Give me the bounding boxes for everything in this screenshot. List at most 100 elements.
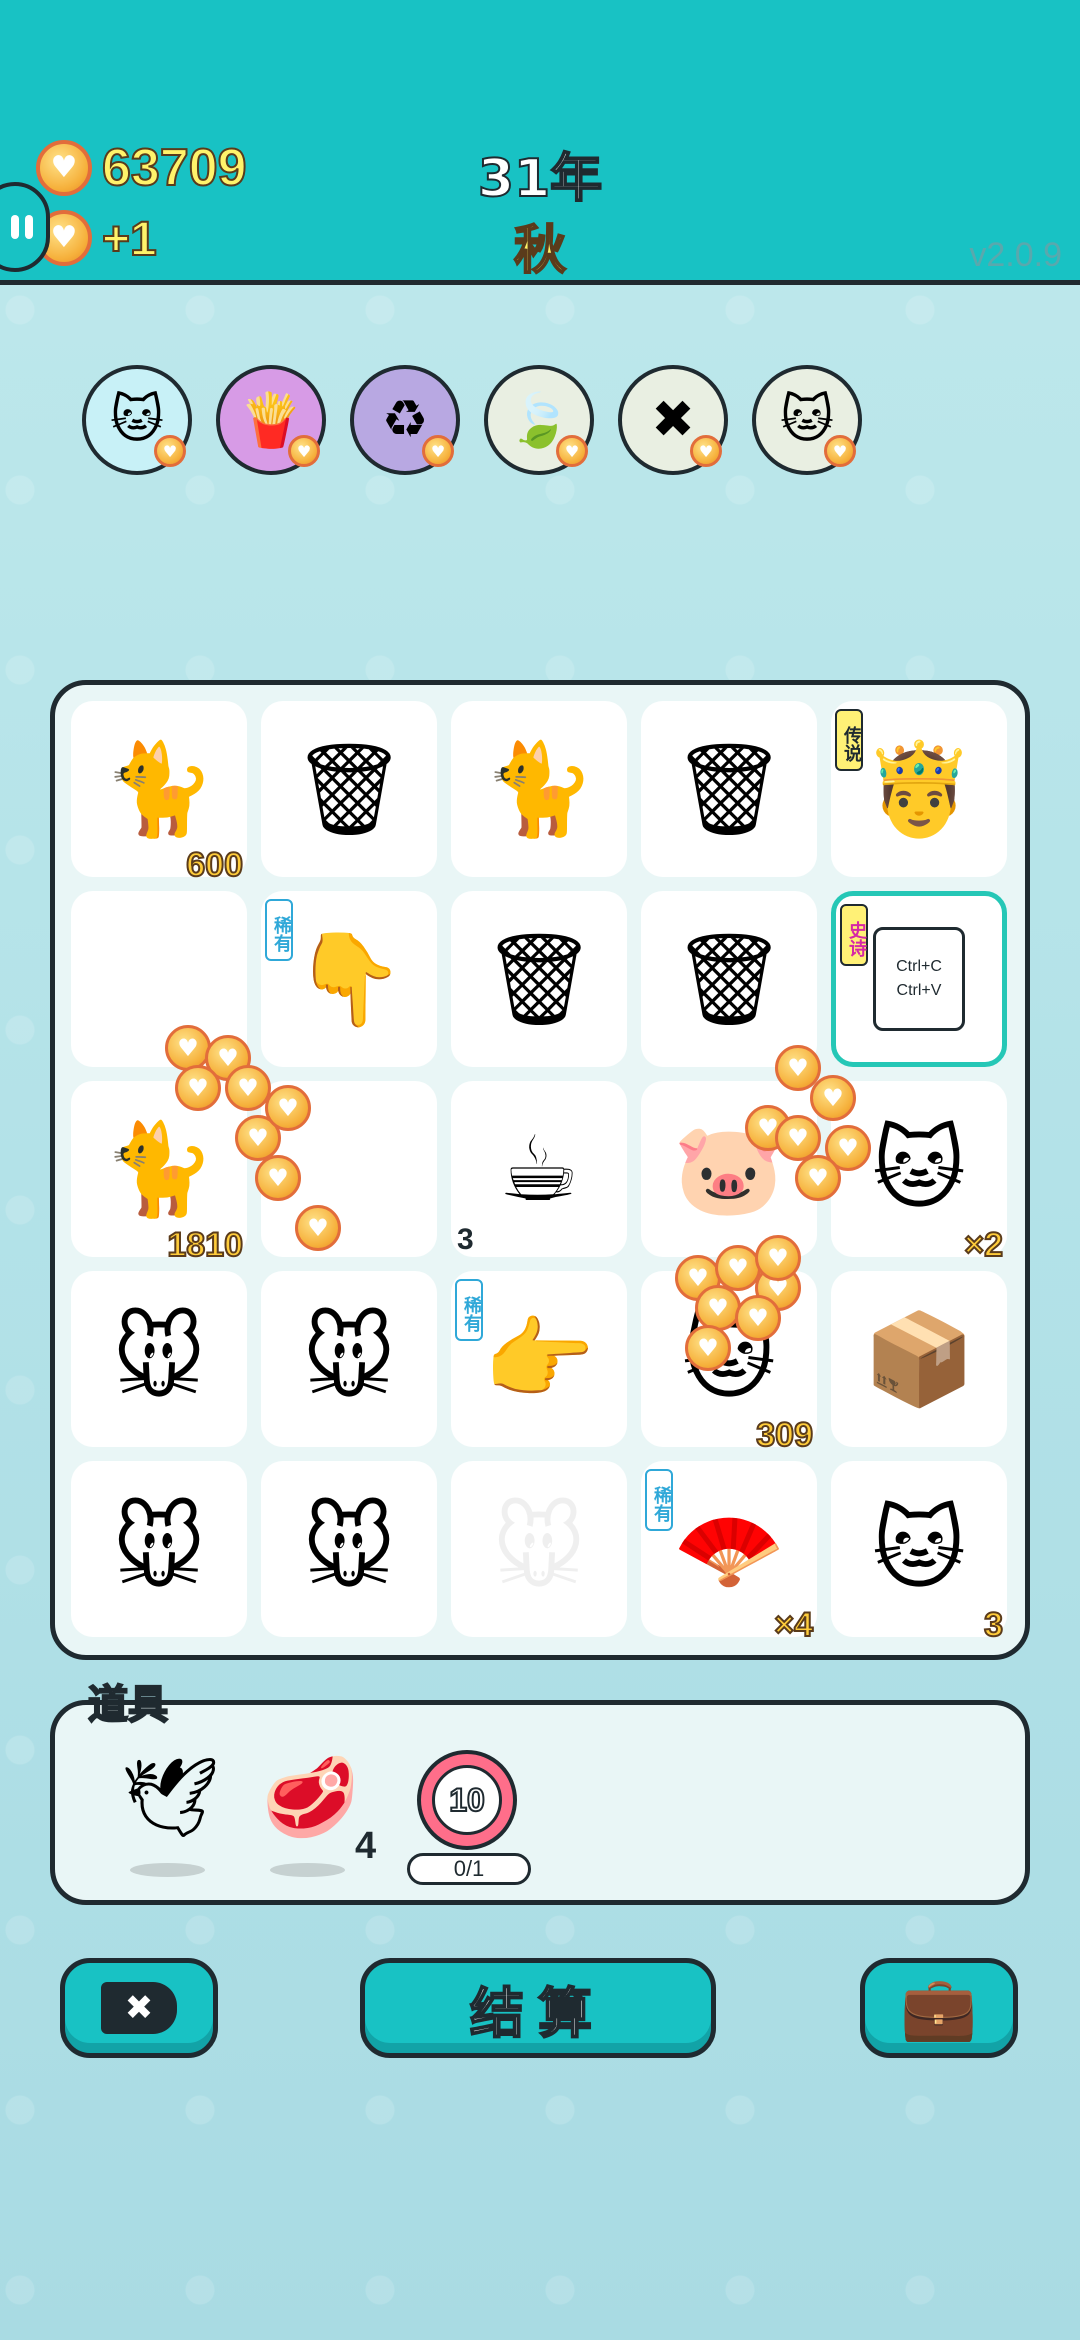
- board-cell-orange-cat[interactable]: 🐈 600: [71, 701, 247, 885]
- board-cell-black-face-cat[interactable]: 🐱 3: [831, 1461, 1007, 1645]
- side-menu-handle[interactable]: [0, 182, 50, 272]
- board-cell-garbage-bag[interactable]: 🗑: [261, 701, 437, 877]
- mouse-icon: 🐭: [112, 1306, 206, 1412]
- board-cell-mouse[interactable]: 🐭: [261, 1271, 437, 1447]
- cell-value: 1810: [166, 1225, 244, 1265]
- timer-value: 10: [432, 1765, 502, 1835]
- recycle-icon[interactable]: ♻ ♥: [350, 365, 460, 475]
- board-cell-garbage-bag[interactable]: 🗑: [451, 891, 627, 1067]
- garbage-bag-icon: 🗑: [671, 736, 787, 842]
- board-cell-garbage-bag[interactable]: 🗑: [641, 891, 817, 1067]
- leaf-icon[interactable]: 🍃 ♥: [484, 365, 594, 475]
- bag-button[interactable]: 💼: [860, 1958, 1018, 2058]
- board-cell-king[interactable]: 🤴 传说: [831, 701, 1007, 877]
- remove-tag-icon: ✖: [101, 1982, 177, 2034]
- package-box-icon: 📦: [862, 1306, 976, 1412]
- orange-cat-icon: 🐈: [102, 736, 216, 842]
- settle-button[interactable]: 结算: [360, 1958, 716, 2058]
- bird-item[interactable]: 🕊: [115, 1753, 225, 1877]
- pointing-hand-icon: 👉: [482, 1306, 596, 1412]
- fries-icon[interactable]: 🍟 ♥: [216, 365, 326, 475]
- board-cell-mouse[interactable]: 🐭: [71, 1461, 247, 1637]
- rarity-tag: 稀有: [265, 899, 293, 961]
- remove-button[interactable]: ✖: [60, 1958, 218, 2058]
- pointing-hand-down-icon: 👇: [292, 926, 406, 1032]
- black-face-cat-icon: 🐱: [872, 1116, 966, 1222]
- board-cell-orange-cat[interactable]: 🐈: [451, 701, 627, 877]
- garbage-bag-icon: 🗑: [671, 926, 787, 1032]
- settle-label: 结算: [469, 1981, 606, 2046]
- board-cell-ctrl-card[interactable]: Ctrl+C Ctrl+V 史诗: [831, 891, 1007, 1067]
- floating-coin-icon: ♥: [795, 1155, 841, 1201]
- board-cell-black-face-cat[interactable]: 🐱 ×2: [831, 1081, 1007, 1265]
- meat-item[interactable]: 🥩: [255, 1753, 365, 1877]
- game-board: 🐈 600 🗑 🐈 🗑 🤴 传说 👇 稀有 🗑 🗑 Ctrl+C Ctrl+V 史诗 🐈 1810 ☕ 3 🐷 🐱 ×2…: [50, 680, 1030, 1660]
- briefcase-icon: 💼: [900, 1971, 978, 2044]
- mini-coin-icon: ♥: [288, 435, 320, 467]
- board-cell-mouse[interactable]: 🐭: [261, 1461, 437, 1637]
- mouse-icon: 🐭: [302, 1496, 396, 1602]
- ctrl-card-text: Ctrl+V: [896, 982, 942, 999]
- board-cell-pig[interactable]: 🐷: [641, 1081, 817, 1257]
- fan-icon: 🪭: [672, 1496, 786, 1602]
- ctrl-card-icon: Ctrl+C Ctrl+V: [873, 927, 965, 1031]
- floating-coin-icon: ♥: [810, 1075, 856, 1121]
- board-cell-coffee-cup[interactable]: ☕ 3: [451, 1081, 627, 1257]
- version-text: v2.0.9: [969, 236, 1062, 274]
- board-cell-package-box[interactable]: 📦: [831, 1271, 1007, 1447]
- floating-coin-icon: ♥: [695, 1285, 741, 1331]
- cell-value: 3: [983, 1605, 1004, 1645]
- buff-row: 🐱 ♥ 🍟 ♥ ♻ ♥ 🍃 ♥ ✖ ♥ 🐱 ♥: [82, 365, 982, 477]
- timer-item[interactable]: 10: [417, 1750, 517, 1850]
- cell-value: ×2: [963, 1225, 1004, 1265]
- floating-coin-icon: ♥: [715, 1245, 761, 1291]
- items-panel: 🕊 🥩 4 10 0/1: [50, 1700, 1030, 1905]
- remove-tag-icon-glyph: ✖: [651, 390, 695, 450]
- cats-icon[interactable]: 🐱 ♥: [752, 365, 862, 475]
- floating-coin-icon: ♥: [295, 1205, 341, 1251]
- floating-coin-icon: ♥: [175, 1065, 221, 1111]
- mouse-icon: 🐭: [112, 1496, 206, 1602]
- orange-cat-icon: 🐈: [102, 1116, 216, 1222]
- cell-value: 309: [755, 1415, 814, 1455]
- cell-value: ×4: [773, 1605, 814, 1645]
- cell-value: 600: [185, 845, 244, 885]
- meat-count: 4: [355, 1825, 377, 1867]
- meat-icon: 🥩: [261, 1753, 359, 1843]
- mouse-icon: 🐭: [302, 1306, 396, 1412]
- king-icon: 🤴: [862, 736, 976, 842]
- timer-progress: 0/1: [407, 1853, 531, 1885]
- income-value: +1: [101, 212, 158, 267]
- recycle-icon-glyph: ♻: [381, 390, 429, 450]
- remove-tag-icon[interactable]: ✖ ♥: [618, 365, 728, 475]
- ctrl-card-text: Ctrl+C: [896, 958, 942, 975]
- board-cell-fan[interactable]: 🪭 稀有 ×4: [641, 1461, 817, 1645]
- garbage-bag-icon: 🗑: [291, 736, 407, 842]
- cell-value: 3: [457, 1223, 474, 1256]
- board-cell-mouse[interactable]: 🐭: [71, 1271, 247, 1447]
- orange-cat-icon: 🐈: [482, 736, 596, 842]
- rarity-tag: 传说: [835, 709, 863, 771]
- faded-mouse-icon: 🐭: [492, 1496, 586, 1602]
- season-text: 秋: [513, 220, 567, 282]
- cat-buff-icon[interactable]: 🐱 ♥: [82, 365, 192, 475]
- board-cell-garbage-bag[interactable]: 🗑: [641, 701, 817, 877]
- floating-coin-icon: ♥: [225, 1065, 271, 1111]
- floating-coin-icon: ♥: [265, 1085, 311, 1131]
- money-value: 63709: [101, 138, 248, 198]
- board-cell-orange-cat[interactable]: 🐈 1810: [71, 1081, 247, 1265]
- floating-coin-icon: ♥: [775, 1115, 821, 1161]
- coin-icon: [36, 140, 92, 196]
- board-cell-pointing-hand[interactable]: 👉 稀有: [451, 1271, 627, 1447]
- mini-coin-icon: ♥: [556, 435, 588, 467]
- floating-coin-icon: ♥: [755, 1235, 801, 1281]
- mini-coin-icon: ♥: [422, 435, 454, 467]
- coffee-cup-icon: ☕: [498, 1116, 580, 1222]
- board-cell-faded-mouse[interactable]: 🐭: [451, 1461, 627, 1637]
- top-bar: 63709 +1 31年 秋 v2.0.9: [0, 0, 1080, 285]
- board-cell-pointing-hand-down[interactable]: 👇 稀有: [261, 891, 437, 1067]
- items-label: 道具: [87, 1681, 169, 1729]
- floating-coin-icon: ♥: [735, 1295, 781, 1341]
- floating-coin-icon: ♥: [685, 1325, 731, 1371]
- bird-icon: 🕊: [120, 1753, 220, 1843]
